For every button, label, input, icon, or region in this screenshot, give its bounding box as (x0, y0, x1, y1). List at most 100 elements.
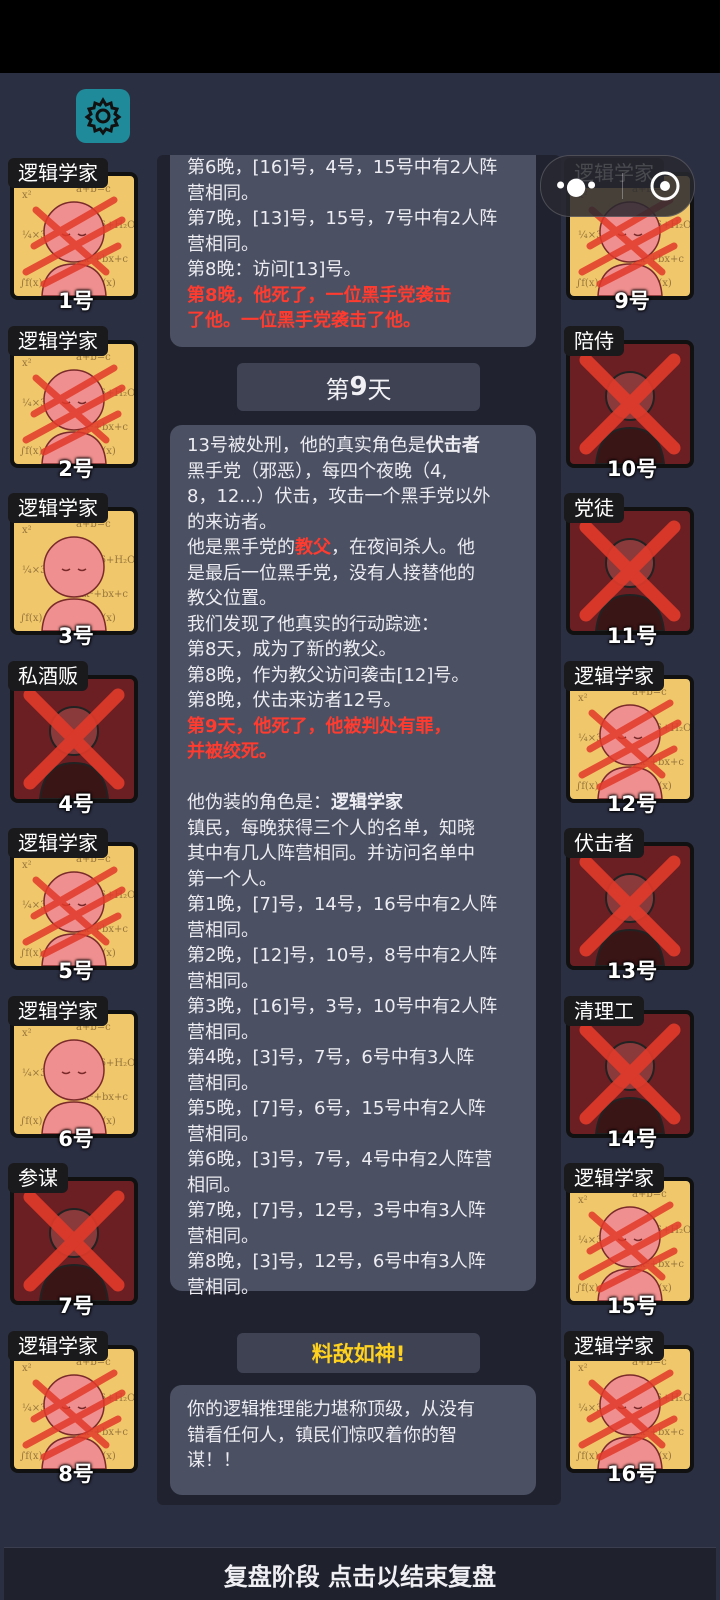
settings-button[interactable] (76, 89, 130, 143)
player-card[interactable]: x²a+b=cC6+H₂O¼×3ax²+bx+c∫f(x)-F(x)逻辑学家 16… (558, 1330, 698, 1486)
log-line: 第一个人。 (187, 868, 277, 890)
player-card[interactable]: x²a+b=cC6+H₂O¼×3ax²+bx+c∫f(x)-F(x)逻辑学家 3号 (2, 493, 142, 648)
player-number: 5号 (58, 959, 94, 983)
player-role-label: 参谋 (8, 1163, 68, 1193)
more-dots-icon[interactable]: •●• (553, 172, 598, 200)
log-line: 错看任何人，镇民们惊叹着你的智 (187, 1424, 457, 1446)
svg-text:x²: x² (22, 190, 32, 201)
player-card[interactable]: x²a+b=cC6+H₂O¼×3ax²+bx+c∫f(x)-F(x)逻辑学家 8号 (2, 1330, 142, 1486)
log-line: 第2晚，[12]号，10号，8号中有2人阵 (187, 945, 498, 966)
player-role-label: 逻辑学家 (564, 660, 664, 691)
player-number: 4号 (58, 791, 94, 816)
player-card[interactable]: x²a+b=cC6+H₂O¼×3ax²+bx+c∫f(x)-F(x)逻辑学家 1号 (2, 158, 142, 313)
player-card[interactable]: 陪侍 10号 (558, 325, 698, 481)
player-card[interactable]: x²a+b=cC6+H₂O¼×3ax²+bx+c∫f(x)-F(x)逻辑学家 12… (558, 660, 698, 816)
dead-player-portrait: x²a+b=cC6+H₂O¼×3ax²+bx+c∫f(x)-F(x) (10, 1344, 138, 1473)
player-card[interactable]: 伏击者 13号 (558, 828, 698, 983)
player-number: 14号 (606, 1126, 658, 1151)
player-number: 1号 (58, 289, 94, 313)
player-number: 13号 (606, 959, 658, 983)
player-number: 6号 (58, 1126, 94, 1151)
log-line: 第7晚，[13]号，15号，7号中有2人阵 (187, 208, 498, 229)
player-number: 8号 (58, 1461, 94, 1486)
dead-player-portrait (566, 842, 694, 970)
day-prefix: 第 (325, 375, 350, 404)
log-line: 镇民，每晚获得三个人的名单，知晓 (187, 817, 475, 839)
log-line-death: 第8晚，他死了，一位黑手党袭击 (187, 284, 452, 306)
game-log-panel[interactable]: 第6晚，[16]号，4号，15号中有2人阵 营相同。 第7晚，[13]号，15号… (157, 155, 561, 1505)
log-message-night-summary: 第6晚，[16]号，4号，15号中有2人阵 营相同。 第7晚，[13]号，15号… (170, 155, 536, 347)
log-text: 13号被处刑，他的真实角色是 (187, 435, 426, 456)
dead-player-portrait: x²a+b=cC6+H₂O¼×3ax²+bx+c∫f(x)-F(x) (566, 674, 694, 803)
player-number: 7号 (58, 1294, 94, 1318)
log-line: 第7晚，[7]号，12号，3号中有3人阵 (187, 1200, 486, 1221)
player-portrait: x²a+b=cC6+H₂O¼×3ax²+bx+c∫f(x)-F(x) (10, 507, 138, 635)
disguise-role: 逻辑学家 (331, 792, 403, 813)
log-line: 第8晚，伏击来访者12号。 (187, 690, 402, 711)
player-card[interactable]: x²a+b=cC6+H₂O¼×3ax²+bx+c∫f(x)-F(x)逻辑学家 15… (558, 1163, 698, 1318)
player-card[interactable]: x²a+b=cC6+H₂O¼×3ax²+bx+c∫f(x)-F(x)逻辑学家 6号 (2, 995, 142, 1151)
player-number: 16号 (606, 1461, 658, 1486)
log-line: 8，12...）伏击，攻击一个黑手党以外 (187, 486, 491, 507)
verdict-title: 料敌如神! (311, 1342, 406, 1366)
log-line: 黑手党（邪恶），每四个夜晚（4, (187, 460, 448, 482)
dead-player-portrait: x²a+b=cC6+H₂O¼×3ax²+bx+c∫f(x)-F(x) (10, 842, 138, 970)
player-role-label: 逻辑学家 (8, 995, 108, 1026)
target-close-icon[interactable] (648, 169, 682, 203)
player-card[interactable]: 私酒贩 4号 (2, 660, 142, 816)
log-line: 第5晚，[7]号，6号，15号中有2人阵 (187, 1098, 486, 1119)
svg-text:¼×3: ¼×3 (22, 565, 46, 576)
player-number: 2号 (58, 456, 94, 481)
player-number: 10号 (606, 456, 658, 481)
player-card[interactable]: 党徒 11号 (558, 493, 698, 648)
dead-player-portrait (566, 507, 694, 635)
log-line-death: 第9天，他死了，他被判处有罪， (187, 715, 452, 737)
log-line: 第3晚，[16]号，3号，10号中有2人阵 (187, 996, 498, 1017)
log-line: 是最后一位黑手党，没有人接替他的 (187, 562, 475, 584)
player-card[interactable]: 参谋 7号 (2, 1163, 142, 1318)
svg-text:x²: x² (22, 358, 32, 369)
miniprogram-capsule: •●• (540, 155, 695, 217)
end-review-label: 复盘阶段 点击以结束复盘 (223, 1562, 497, 1591)
svg-text:x²: x² (578, 1195, 588, 1206)
log-line: 你的逻辑推理能力堪称顶级，从没有 (187, 1399, 475, 1420)
log-line: 第8天，成为了新的教父。 (187, 639, 397, 660)
player-card[interactable]: 清理工 14号 (558, 995, 698, 1151)
player-role-label: 清理工 (564, 995, 644, 1026)
player-card[interactable]: x²a+b=cC6+H₂O¼×3ax²+bx+c∫f(x)-F(x)逻辑学家 5号 (2, 828, 142, 983)
dead-player-portrait: x²a+b=cC6+H₂O¼×3ax²+bx+c∫f(x)-F(x) (10, 172, 138, 300)
gear-icon (84, 97, 122, 136)
player-role-label: 逻辑学家 (8, 1330, 108, 1361)
svg-text:x²: x² (22, 1028, 32, 1039)
log-line: 第8晚，作为教父访问袭击[12]号。 (187, 664, 470, 686)
dead-player-portrait (10, 1177, 138, 1305)
svg-text:¼×3: ¼×3 (22, 1068, 46, 1079)
player-number: 15号 (606, 1294, 658, 1318)
player-role-label: 逻辑学家 (8, 828, 108, 858)
log-line: 营相同。 (187, 919, 259, 941)
log-line: 第8晚，[3]号，12号，6号中有3人阵 (187, 1251, 486, 1272)
log-line: 其中有几人阵营相同。并访问名单中 (187, 843, 475, 864)
log-text: 他伪装的角色是： (187, 792, 331, 813)
svg-text:x²: x² (578, 1363, 588, 1374)
status-bar (0, 0, 720, 73)
player-role-label: 逻辑学家 (8, 493, 108, 523)
log-line: 第6晚，[16]号，4号，15号中有2人阵 (187, 157, 498, 178)
log-line: 第8晚：访问[13]号。 (187, 259, 362, 280)
log-line: 的来访者。 (187, 511, 277, 533)
day-number: 9 (349, 372, 368, 402)
end-review-button[interactable]: 复盘阶段 点击以结束复盘 (4, 1547, 716, 1600)
player-portrait: x²a+b=cC6+H₂O¼×3ax²+bx+c∫f(x)-F(x) (10, 1009, 138, 1138)
player-number: 9号 (614, 289, 650, 313)
player-number: 3号 (58, 624, 94, 648)
log-line: 营相同。 (187, 1021, 259, 1043)
player-role-label: 伏击者 (564, 828, 644, 858)
log-text: 他是黑手党的 (187, 537, 295, 558)
svg-text:x²: x² (22, 525, 32, 536)
log-line: 第4晚，[3]号，7号，6号中有3人阵 (187, 1047, 475, 1068)
player-card[interactable]: x²a+b=cC6+H₂O¼×3ax²+bx+c∫f(x)-F(x)逻辑学家 2号 (2, 325, 142, 481)
log-text: ，在夜间杀人。他 (331, 537, 475, 558)
log-line: 第6晚，[3]号，7号，4号中有2人阵营 (187, 1149, 493, 1170)
log-message-execution: 13号被处刑，他的真实角色是伏击者 黑手党（邪恶），每四个夜晚（4, 8，12.… (170, 425, 536, 1298)
